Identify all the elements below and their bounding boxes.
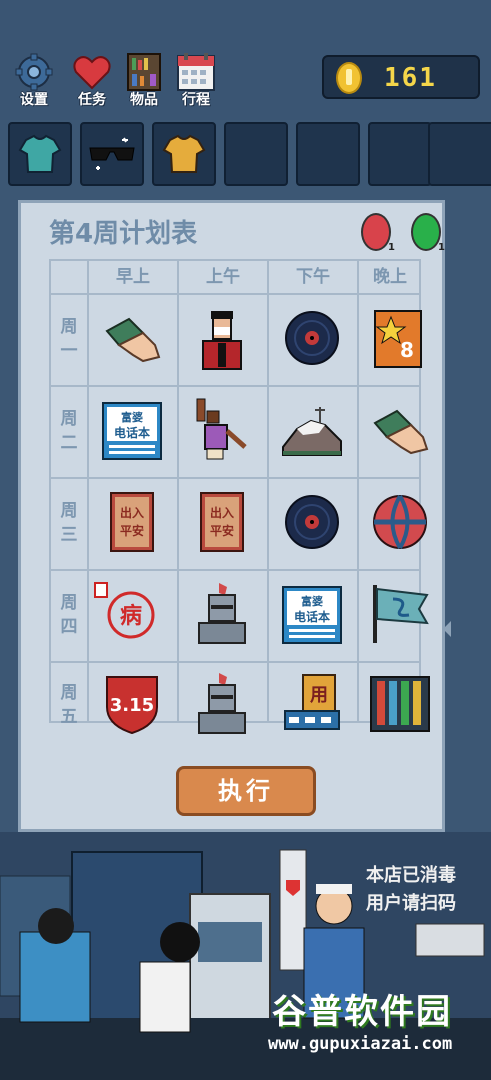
heart-icon [70, 52, 114, 92]
slot-shirt-yellow[interactable] [152, 122, 216, 186]
slot-sunglasses[interactable] [80, 122, 144, 186]
charm-line2: 平安 [210, 523, 234, 538]
test-tubes-icon[interactable] [367, 671, 433, 737]
phone-book-line2: 电话本 [294, 609, 330, 624]
315-shield-icon[interactable]: 3.15 [99, 671, 165, 737]
bookshelf-icon [122, 52, 166, 92]
grid-line [51, 293, 419, 295]
sick-stamp-text: 病 [120, 603, 142, 629]
knight-helmet-icon[interactable] [189, 671, 255, 737]
settings-button[interactable]: 设置 [8, 52, 60, 110]
shield-text: 3.15 [110, 695, 154, 716]
basketball-icon[interactable] [367, 489, 433, 555]
phone-book-icon[interactable]: 富婆 电话本 [99, 397, 165, 463]
execute-button[interactable]: 执行 [176, 766, 316, 816]
grid-line [51, 661, 419, 663]
row-label-thu: 周四 [51, 591, 87, 639]
grid-line [87, 261, 89, 721]
row-label-text: 周三 [60, 501, 78, 545]
row-label-text: 周五 [60, 683, 78, 727]
tasks-button[interactable]: 任务 [66, 52, 118, 110]
weekly-plan-card: 第4周计划表 1 1 早上 上午 下午 晚上 周一 周二 周三 周四 周五 8 … [18, 200, 451, 832]
schedule-button[interactable]: 行程 [170, 52, 222, 110]
red-token-count: 1 [388, 242, 395, 253]
plan-title: 第4周计划表 [49, 219, 198, 249]
grid-line [267, 261, 269, 721]
dancing-person-icon[interactable] [189, 397, 255, 463]
row-label-wed: 周三 [51, 499, 87, 547]
watermark-url: www.gupuxiazai.com [268, 1034, 453, 1054]
charm-line2: 平安 [120, 523, 144, 538]
green-token-count: 1 [438, 242, 445, 253]
slot-empty[interactable] [368, 122, 432, 186]
vinyl-record-icon[interactable] [279, 305, 345, 371]
row-label-text: 周一 [60, 317, 78, 361]
items-button[interactable]: 物品 [118, 52, 170, 110]
red-token-badge[interactable]: 1 [361, 213, 395, 253]
sunglasses-icon [89, 137, 135, 170]
phone-book-line1: 富婆 [301, 594, 323, 608]
watermark-title: 谷普软件园 [272, 992, 452, 1032]
slot-empty[interactable] [428, 122, 491, 186]
slot-empty[interactable] [296, 122, 360, 186]
row-label-text: 周四 [60, 593, 78, 637]
col-header-evening: 晚上 [373, 267, 407, 287]
stand-sign-icon[interactable]: 用 [279, 671, 345, 737]
slot-empty[interactable] [224, 122, 288, 186]
site-watermark: 谷普软件园 www.gupuxiazai.com [264, 978, 488, 1074]
charm-line1: 出入 [210, 505, 234, 520]
stand-sign-text: 用 [310, 685, 328, 706]
coin-value: 161 [384, 63, 437, 93]
phone-book-icon[interactable]: 富婆 电话本 [279, 581, 345, 647]
phone-book-line1: 富婆 [121, 410, 143, 424]
phone-book-line2: 电话本 [114, 425, 150, 440]
charm-amulet-icon[interactable]: 出入 平安 [189, 489, 255, 555]
settings-label: 设置 [20, 92, 48, 108]
col-header-forenoon: 上午 [206, 267, 240, 287]
row-label-mon: 周一 [51, 315, 87, 363]
eraser-hand-icon[interactable] [367, 397, 433, 463]
sick-stamp-icon[interactable]: 病 [93, 579, 159, 645]
masked-person-icon[interactable] [189, 305, 255, 371]
store-notice: 本店已消毒 用户请扫码 [366, 862, 490, 918]
coin-icon [336, 62, 362, 94]
items-label: 物品 [130, 92, 158, 108]
star-poster-number: 8 [400, 338, 414, 362]
schedule-label: 行程 [182, 92, 210, 108]
grid-line [51, 385, 419, 387]
charm-amulet-icon[interactable]: 出入 平安 [99, 489, 165, 555]
side-tab-arrow[interactable] [443, 621, 451, 637]
hill-house-icon[interactable] [279, 397, 345, 463]
grid-line [177, 261, 179, 721]
schedule-grid: 早上 上午 下午 晚上 周一 周二 周三 周四 周五 8 富婆 电话本 出入 平… [49, 259, 430, 735]
col-header-afternoon: 下午 [296, 267, 330, 287]
notice-line: 本店已消毒 [366, 865, 456, 886]
flag-icon[interactable] [367, 581, 433, 647]
yellow-shirt-icon [162, 134, 206, 173]
grid-line [357, 261, 359, 721]
col-header-morning: 早上 [116, 267, 150, 287]
grid-line [51, 569, 419, 571]
gear-icon [12, 52, 56, 92]
grid-line [51, 477, 419, 479]
coin-counter: 161 [322, 55, 480, 99]
row-label-tue: 周二 [51, 407, 87, 455]
charm-line1: 出入 [120, 505, 144, 520]
notice-line: 用户请扫码 [366, 893, 456, 914]
row-label-fri: 周五 [51, 681, 87, 729]
green-token-badge[interactable]: 1 [411, 213, 445, 253]
vinyl-record-icon[interactable] [279, 489, 345, 555]
teal-shirt-icon [18, 134, 62, 173]
knight-helmet-icon[interactable] [189, 581, 255, 647]
row-label-text: 周二 [60, 409, 78, 453]
star-poster-icon[interactable]: 8 [367, 305, 433, 371]
slot-shirt-teal[interactable] [8, 122, 72, 186]
calendar-icon [174, 52, 218, 92]
tasks-label: 任务 [78, 92, 106, 108]
eraser-hand-icon[interactable] [99, 305, 165, 371]
